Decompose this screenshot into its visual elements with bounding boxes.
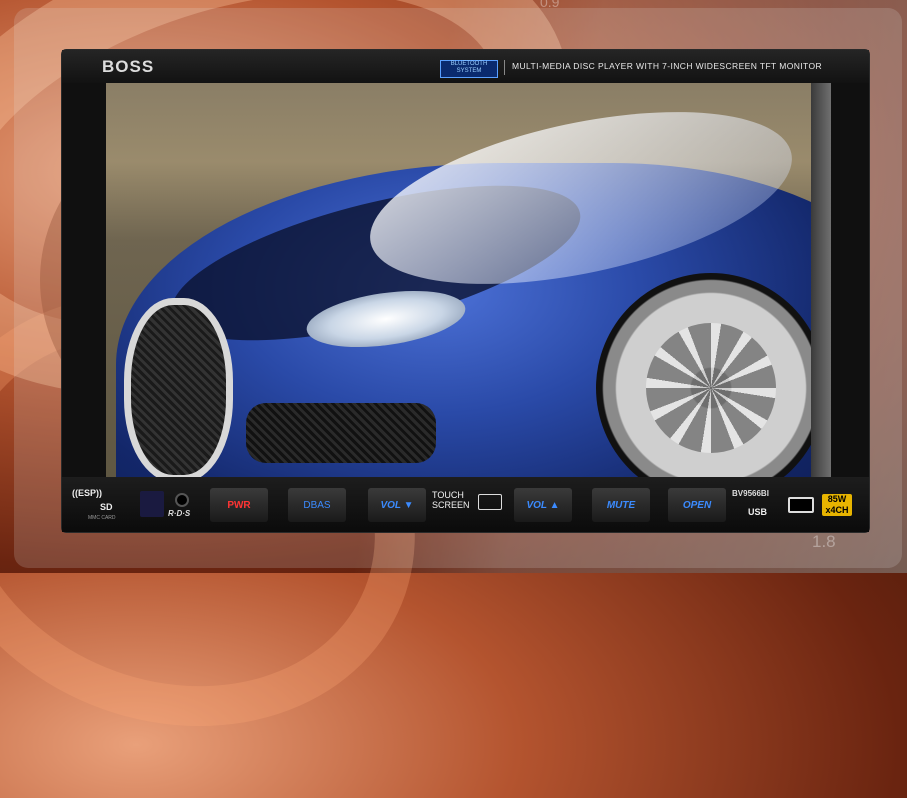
divider bbox=[504, 60, 505, 75]
head-unit: BOSS BLUETOOTH SYSTEM MULTI-MEDIA DISC P… bbox=[62, 50, 869, 532]
wheel-spokes bbox=[646, 323, 776, 453]
touch-icon bbox=[478, 494, 502, 510]
product-tagline: MULTI-MEDIA DISC PLAYER WITH 7-INCH WIDE… bbox=[512, 61, 823, 71]
esp-label: ((ESP)) bbox=[72, 488, 102, 498]
aux-jack[interactable] bbox=[175, 493, 189, 507]
ir-sensor bbox=[140, 491, 164, 517]
touch-screen-display[interactable] bbox=[106, 83, 811, 477]
car-intake bbox=[246, 403, 436, 463]
open-button[interactable]: OPEN bbox=[668, 488, 726, 522]
model-number: BV9566BI bbox=[732, 489, 769, 498]
mute-button-label: MUTE bbox=[606, 499, 636, 511]
mute-button[interactable]: MUTE bbox=[592, 488, 650, 522]
control-bar: ((ESP)) SD MMC CARD R·D·S PWR DBAS VOL ▼… bbox=[62, 477, 869, 532]
brand-logo: BOSS bbox=[102, 57, 155, 76]
dbas-button[interactable]: DBAS bbox=[288, 488, 346, 522]
screen-bezel bbox=[811, 83, 831, 477]
mmc-label: MMC CARD bbox=[88, 515, 116, 521]
touch-screen-text: TOUCH SCREEN bbox=[432, 490, 470, 510]
sd-label: SD bbox=[100, 502, 113, 512]
touch-screen-label: TOUCH SCREEN bbox=[432, 490, 506, 520]
rds-label: R·D·S bbox=[168, 509, 191, 518]
usb-label: USB bbox=[748, 507, 768, 517]
top-bar: BOSS BLUETOOTH SYSTEM MULTI-MEDIA DISC P… bbox=[62, 50, 869, 83]
usb-port-icon[interactable] bbox=[788, 497, 814, 513]
dbas-button-label: DBAS bbox=[303, 499, 331, 511]
volume-up-label: VOL ▲ bbox=[526, 499, 560, 511]
volume-down-label: VOL ▼ bbox=[380, 499, 414, 511]
volume-down-button[interactable]: VOL ▼ bbox=[368, 488, 426, 522]
power-output-badge: 85W x4CH bbox=[822, 494, 852, 516]
power-button-label: PWR bbox=[227, 499, 251, 511]
background-text: 0.9 bbox=[540, 0, 560, 10]
car-grille bbox=[124, 298, 233, 477]
volume-up-button[interactable]: VOL ▲ bbox=[514, 488, 572, 522]
power-button[interactable]: PWR bbox=[210, 488, 268, 522]
bluetooth-badge: BLUETOOTH SYSTEM bbox=[440, 60, 498, 78]
open-button-label: OPEN bbox=[682, 499, 712, 511]
background-text: 1.8 bbox=[812, 532, 836, 551]
